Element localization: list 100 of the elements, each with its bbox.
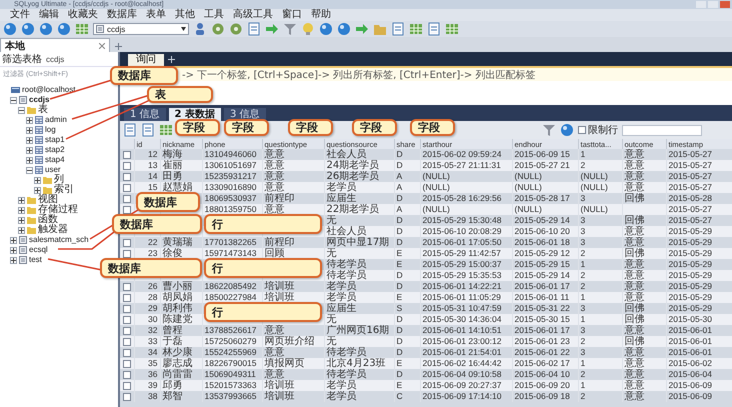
expand-toggle[interactable] (18, 106, 25, 114)
tree-item[interactable]: stap1 (45, 135, 65, 145)
close-icon[interactable] (99, 42, 105, 48)
expand-toggle[interactable] (26, 146, 33, 154)
row-checkbox[interactable] (123, 348, 131, 356)
tree-item[interactable]: salesmatcm_sch (29, 235, 89, 245)
sheet-icon[interactable] (427, 22, 441, 36)
tree-item[interactable]: root@localhost (22, 85, 76, 95)
row-checkbox[interactable] (123, 294, 131, 302)
row-checkbox[interactable] (123, 338, 131, 346)
tree-item[interactable]: 列 (54, 175, 64, 185)
row-checkbox[interactable] (123, 162, 131, 170)
table-cell: 填报网页 (264, 358, 304, 369)
expand-toggle[interactable] (26, 166, 33, 174)
sphere-icon[interactable] (337, 22, 351, 36)
row-checkbox[interactable] (123, 150, 131, 158)
menu-item[interactable]: 文件 (10, 9, 30, 21)
row-checkbox[interactable] (123, 360, 131, 368)
query-tab[interactable]: 询问 (128, 54, 164, 66)
tree-item[interactable]: log (45, 125, 56, 135)
tree-item[interactable]: 存储过程 (38, 205, 78, 215)
caret-icon[interactable] (181, 27, 186, 31)
row-checkbox[interactable] (123, 206, 131, 214)
table-cell: 2 (580, 248, 586, 258)
menu-item[interactable]: 表单 (146, 9, 166, 21)
sheet-icon[interactable] (141, 123, 155, 137)
row-checkbox[interactable] (123, 172, 131, 180)
sheet-icon[interactable] (247, 22, 261, 36)
menu-item[interactable]: 其他 (175, 9, 195, 21)
expand-toggle[interactable] (34, 176, 41, 184)
tree-item[interactable]: admin (45, 115, 67, 125)
menu-item[interactable]: 编辑 (39, 9, 59, 21)
result-tab[interactable]: 1 信息 (124, 108, 166, 121)
tree-item[interactable]: user (45, 165, 61, 175)
sphere-icon[interactable] (39, 22, 53, 36)
menu-item[interactable]: 工具 (204, 9, 224, 21)
callout-label: 数据库 (110, 66, 178, 85)
expand-toggle[interactable] (10, 246, 17, 254)
arrow-icon[interactable] (355, 22, 369, 36)
grid-icon[interactable] (445, 22, 459, 36)
query-editor[interactable] (120, 81, 732, 105)
row-checkbox[interactable] (123, 392, 131, 400)
expand-toggle[interactable] (18, 226, 25, 234)
sheet-icon[interactable] (123, 123, 137, 137)
menu-item[interactable]: 收藏夹 (68, 9, 98, 21)
figure-icon[interactable] (193, 22, 207, 36)
sheet-icon[interactable] (391, 22, 405, 36)
tree-item[interactable]: 视图 (38, 195, 58, 205)
grid-icon[interactable] (159, 123, 173, 137)
row-checkbox[interactable] (123, 194, 131, 202)
tree-item[interactable]: 表 (38, 105, 48, 115)
tree-item[interactable]: test (29, 255, 42, 265)
expand-toggle[interactable] (10, 256, 17, 264)
expand-toggle[interactable] (18, 216, 25, 224)
funnel-icon[interactable] (542, 123, 556, 137)
tree-item[interactable]: stap2 (45, 145, 65, 155)
menu-item[interactable]: 高级工具 (233, 9, 273, 21)
gear-icon[interactable] (229, 22, 243, 36)
tree-item[interactable]: 索引 (54, 185, 74, 195)
expand-toggle[interactable] (26, 156, 33, 164)
expand-toggle[interactable] (10, 96, 17, 104)
row-checkbox[interactable] (123, 304, 131, 312)
row-checkbox[interactable] (123, 370, 131, 378)
row-checkbox[interactable] (123, 184, 131, 192)
grid-icon[interactable] (409, 22, 423, 36)
menu-item[interactable]: 帮助 (311, 9, 331, 21)
row-range-field[interactable] (622, 124, 702, 136)
gear-icon[interactable] (211, 22, 225, 36)
tree-item[interactable]: stap4 (45, 155, 65, 165)
row-checkbox[interactable] (123, 316, 131, 324)
connection-tab[interactable]: 本地 (0, 38, 110, 52)
expand-toggle[interactable] (18, 206, 25, 214)
expand-toggle[interactable] (18, 196, 25, 204)
lamp-icon[interactable] (301, 22, 315, 36)
menu-item[interactable]: 数据库 (107, 9, 137, 21)
tree-item[interactable]: 触发器 (38, 225, 68, 235)
arrow-icon[interactable] (265, 22, 279, 36)
row-checkbox[interactable] (123, 382, 131, 390)
sphere-icon[interactable] (319, 22, 333, 36)
sphere-icon[interactable] (3, 22, 17, 36)
expand-toggle[interactable] (26, 116, 33, 124)
grid-icon[interactable] (75, 22, 89, 36)
limit-checkbox[interactable] (578, 126, 586, 134)
tree-item[interactable]: ccdjs (29, 95, 50, 105)
row-checkbox[interactable] (123, 250, 131, 258)
sphere-icon[interactable] (21, 22, 35, 36)
row-checkbox[interactable] (123, 282, 131, 290)
expand-toggle[interactable] (26, 136, 33, 144)
menu-item[interactable]: 窗口 (282, 9, 302, 21)
tree-item[interactable]: ecsql (29, 245, 48, 255)
sphere-icon[interactable] (560, 123, 574, 137)
row-checkbox[interactable] (123, 326, 131, 334)
add-tab-button[interactable] (113, 42, 123, 52)
tree-item[interactable]: 函数 (38, 215, 58, 225)
expand-toggle[interactable] (34, 186, 41, 194)
row-checkbox[interactable] (123, 238, 131, 246)
database-select[interactable]: ccdjs (93, 23, 189, 35)
expand-toggle[interactable] (10, 236, 17, 244)
expand-toggle[interactable] (26, 126, 33, 134)
sphere-icon[interactable] (57, 22, 71, 36)
